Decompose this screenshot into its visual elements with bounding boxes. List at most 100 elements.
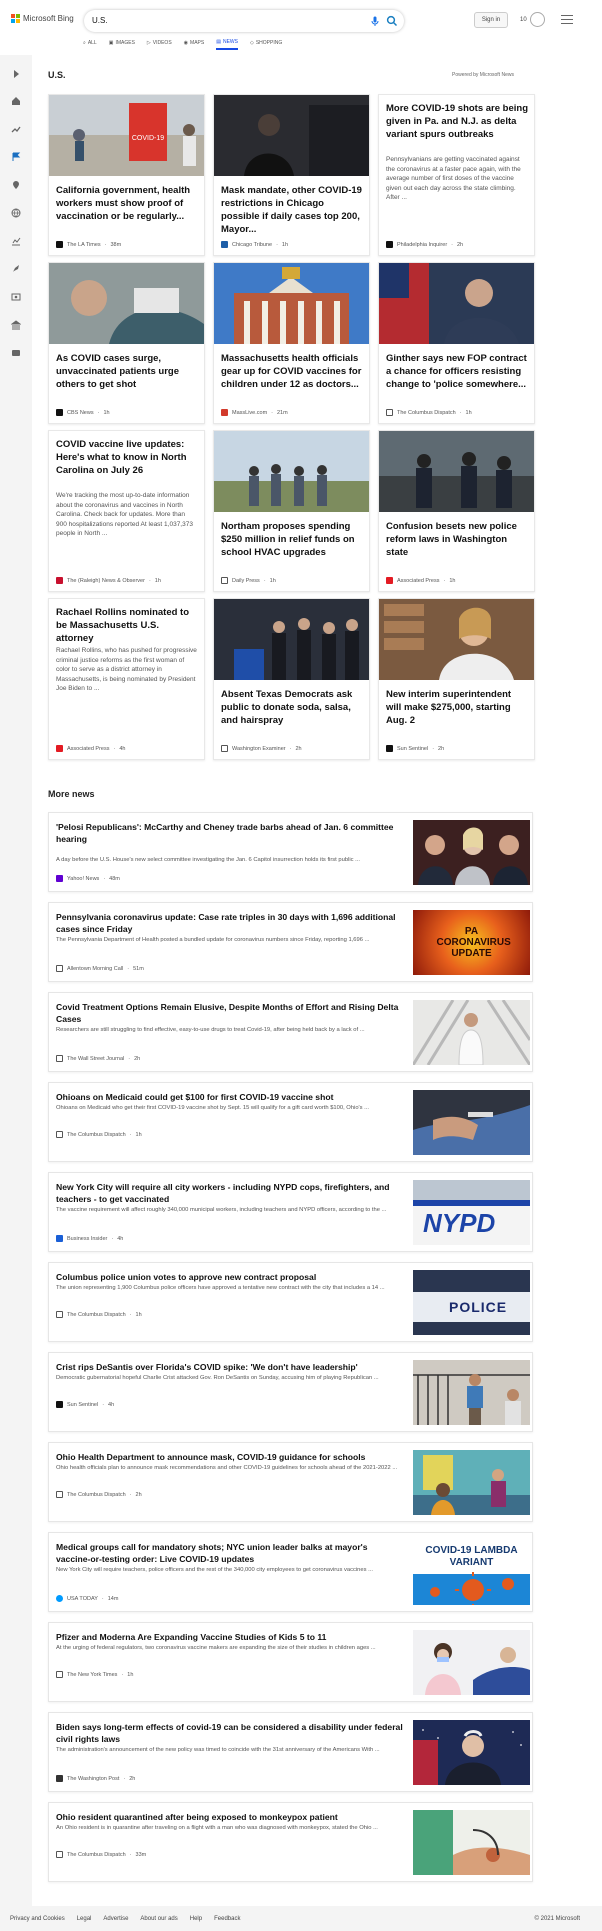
news-source: Business Insider · 4h <box>56 1235 123 1242</box>
card-title[interactable]: Massachusetts health officials gear up f… <box>221 352 363 391</box>
separator: · <box>111 1235 114 1242</box>
search-tabs: ⌕ ALL ▣ IMAGES ▷ VIDEOS ◉ MAPS ▤ NEWS ◇ SHOPPI… <box>83 39 282 50</box>
flag-icon[interactable] <box>11 152 21 162</box>
card-title[interactable]: Ginther says new FOP contract a chance f… <box>386 352 528 391</box>
globe-icon[interactable] <box>11 208 21 218</box>
card-icon[interactable] <box>11 348 21 358</box>
footer-link-about-ads[interactable]: About our ads <box>140 1916 177 1922</box>
news-list-item[interactable]: New York City will require all city work… <box>48 1172 533 1252</box>
news-card[interactable]: Mask mandate, other COVID-19 restriction… <box>213 94 370 256</box>
news-card[interactable]: COVID vaccine live updates: Here's what … <box>48 430 205 592</box>
news-list-item[interactable]: Biden says long-term effects of covid-19… <box>48 1712 533 1792</box>
sign-in-button[interactable]: Sign in <box>474 12 508 28</box>
news-card[interactable]: Rachael Rollins nominated to be Massachu… <box>48 598 205 760</box>
location-pin-icon[interactable] <box>11 180 21 190</box>
rewards-trophy-icon[interactable] <box>530 12 545 27</box>
card-snippet: Pennsylvanians are getting vaccinated ag… <box>386 156 521 202</box>
card-title[interactable]: Northam proposes spending $250 million i… <box>221 520 363 559</box>
separator: · <box>103 875 106 882</box>
shopping-tag-icon: ◇ <box>249 40 254 46</box>
footer-link-advertise[interactable]: Advertise <box>103 1916 128 1922</box>
news-list-item[interactable]: Ohio Health Department to announce mask,… <box>48 1442 533 1522</box>
search-input[interactable]: U.S. <box>92 16 108 25</box>
tab-news[interactable]: ▤ NEWS <box>216 39 238 50</box>
news-title[interactable]: Ohio Health Department to announce mask,… <box>56 1452 403 1464</box>
news-title[interactable]: New York City will require all city work… <box>56 1182 403 1205</box>
news-list-item[interactable]: Crist rips DeSantis over Florida's COVID… <box>48 1352 533 1432</box>
entertainment-icon[interactable] <box>11 292 21 302</box>
search-icon[interactable] <box>386 15 398 27</box>
card-title[interactable]: Absent Texas Democrats ask public to don… <box>221 688 363 727</box>
source-logo-icon <box>56 965 63 972</box>
tab-videos[interactable]: ▷ VIDEOS <box>147 39 172 50</box>
trending-icon[interactable] <box>11 124 21 134</box>
news-snippet: The vaccine requirement will affect roug… <box>56 1207 387 1213</box>
news-title[interactable]: Pennsylvania coronavirus update: Case ra… <box>56 912 403 935</box>
card-title[interactable]: Rachael Rollins nominated to be Massachu… <box>56 606 198 645</box>
chart-icon[interactable] <box>11 236 21 246</box>
news-title[interactable]: Pfizer and Moderna Are Expanding Vaccine… <box>56 1632 403 1644</box>
news-list-item[interactable]: Covid Treatment Options Remain Elusive, … <box>48 992 533 1072</box>
news-list-item[interactable]: Pfizer and Moderna Are Expanding Vaccine… <box>48 1622 533 1702</box>
rewards-points[interactable]: 10 <box>520 17 527 23</box>
news-title[interactable]: Biden says long-term effects of covid-19… <box>56 1722 403 1745</box>
microphone-icon[interactable] <box>369 15 381 27</box>
card-title[interactable]: New interim superintendent will make $27… <box>386 688 528 727</box>
source-name: Sun Sentinel <box>67 1401 99 1408</box>
news-list-item[interactable]: Columbus police union votes to approve n… <box>48 1262 533 1342</box>
news-list-item[interactable]: Medical groups call for mandatory shots;… <box>48 1532 533 1612</box>
news-title[interactable]: Medical groups call for mandatory shots;… <box>56 1542 403 1565</box>
card-title[interactable]: As COVID cases surge, unvaccinated patie… <box>56 352 198 391</box>
news-list-item[interactable]: 'Pelosi Republicans': McCarthy and Chene… <box>48 812 533 892</box>
news-title[interactable]: Crist rips DeSantis over Florida's COVID… <box>56 1362 403 1374</box>
news-thumbnail: NYPD <box>413 1180 530 1245</box>
news-card[interactable]: Northam proposes spending $250 million i… <box>213 430 370 592</box>
government-building-icon[interactable] <box>11 320 21 330</box>
news-card[interactable]: Absent Texas Democrats ask public to don… <box>213 598 370 760</box>
tab-label: ALL <box>87 40 97 46</box>
news-title[interactable]: Columbus police union votes to approve n… <box>56 1272 403 1284</box>
publish-time: 2h <box>135 1491 142 1498</box>
card-title[interactable]: More COVID-19 shots are being given in P… <box>386 102 528 141</box>
tab-images[interactable]: ▣ IMAGES <box>109 39 135 50</box>
news-thumbnail <box>413 1810 530 1875</box>
footer-link-legal[interactable]: Legal <box>77 1916 92 1922</box>
home-icon[interactable] <box>11 96 21 106</box>
footer-link-feedback[interactable]: Feedback <box>214 1916 240 1922</box>
news-card[interactable]: Massachusetts health officials gear up f… <box>213 262 370 424</box>
news-thumbnail <box>413 1360 530 1425</box>
card-title[interactable]: COVID vaccine live updates: Here's what … <box>56 438 198 477</box>
news-card[interactable]: Confusion besets new police reform laws … <box>378 430 535 592</box>
news-title[interactable]: Ohio resident quarantined after being ex… <box>56 1812 403 1824</box>
hamburger-menu-icon[interactable] <box>561 15 573 24</box>
news-card[interactable]: New interim superintendent will make $27… <box>378 598 535 760</box>
separator: · <box>276 241 278 248</box>
tab-maps[interactable]: ◉ MAPS <box>184 39 205 50</box>
news-source: Allentown Morning Call · 51m <box>56 965 144 972</box>
search-box[interactable]: U.S. <box>84 10 404 32</box>
footer-link-privacy[interactable]: Privacy and Cookies <box>10 1916 65 1922</box>
footer-link-help[interactable]: Help <box>190 1916 202 1922</box>
news-card[interactable]: COVID-19 California government, health w… <box>48 94 205 256</box>
expand-arrow-icon[interactable] <box>11 69 21 79</box>
news-title[interactable]: Covid Treatment Options Remain Elusive, … <box>56 1002 403 1025</box>
rocket-icon[interactable] <box>11 264 21 274</box>
bing-logo[interactable]: Microsoft Bing <box>11 14 74 23</box>
news-title[interactable]: Ohioans on Medicaid could get $100 for f… <box>56 1092 403 1104</box>
source-logo-icon <box>386 577 393 584</box>
news-thumbnail: COVID-19 LAMBDA VARIANT <box>413 1540 530 1605</box>
publish-time: 1h <box>269 577 276 584</box>
card-title[interactable]: Mask mandate, other COVID-19 restriction… <box>221 184 363 236</box>
news-title[interactable]: 'Pelosi Republicans': McCarthy and Chene… <box>56 822 403 845</box>
news-list-item[interactable]: Pennsylvania coronavirus update: Case ra… <box>48 902 533 982</box>
news-card[interactable]: Ginther says new FOP contract a chance f… <box>378 262 535 424</box>
thumbnail-caption: COVID-19 LAMBDA VARIANT <box>425 1545 518 1568</box>
card-title[interactable]: Confusion besets new police reform laws … <box>386 520 528 559</box>
tab-shopping[interactable]: ◇ SHOPPING <box>250 39 282 50</box>
tab-all[interactable]: ⌕ ALL <box>83 39 97 50</box>
news-card[interactable]: More COVID-19 shots are being given in P… <box>378 94 535 256</box>
news-list-item[interactable]: Ohioans on Medicaid could get $100 for f… <box>48 1082 533 1162</box>
news-card[interactable]: As COVID cases surge, unvaccinated patie… <box>48 262 205 424</box>
news-list-item[interactable]: Ohio resident quarantined after being ex… <box>48 1802 533 1882</box>
card-title[interactable]: California government, health workers mu… <box>56 184 198 223</box>
